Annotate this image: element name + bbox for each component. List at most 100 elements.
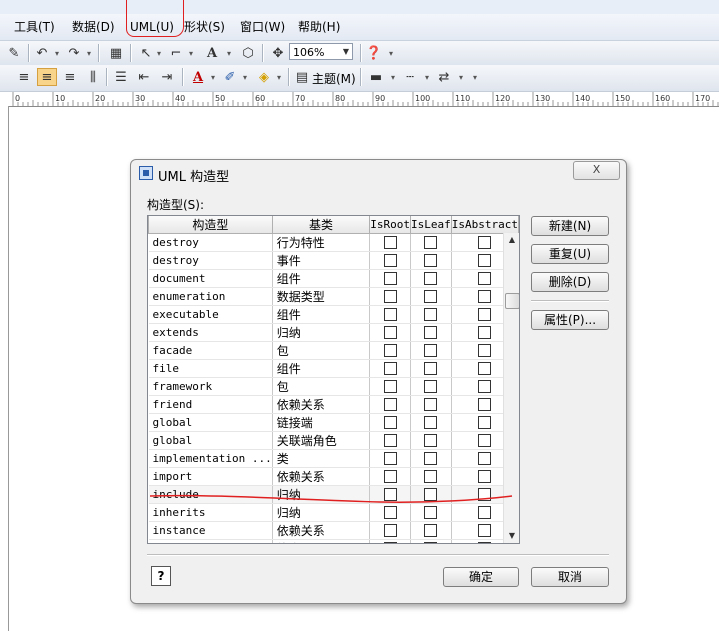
isroot-checkbox[interactable]	[383, 488, 397, 502]
menu-tools[interactable]: 工具(T)	[14, 18, 55, 36]
isroot-checkbox[interactable]	[383, 506, 397, 520]
stereotype-name-cell[interactable]: extends	[148, 323, 273, 342]
table-row[interactable]: invariant约束	[148, 539, 519, 543]
column-header-isleaf[interactable]: IsLeaf	[410, 216, 452, 234]
scroll-down-icon[interactable]: ▼	[504, 529, 519, 543]
stereotype-name-cell[interactable]: destroy	[148, 233, 273, 252]
connection-point-icon[interactable]: ⬡	[238, 44, 258, 62]
isabstract-checkbox[interactable]	[478, 506, 492, 520]
line-color-dropdown-icon[interactable]: ▾	[240, 68, 250, 86]
base-class-cell[interactable]: 事件	[272, 251, 371, 270]
isroot-checkbox[interactable]	[383, 326, 397, 340]
isroot-checkbox[interactable]	[383, 380, 397, 394]
base-class-cell[interactable]: 归纳	[272, 503, 371, 522]
redo-icon[interactable]: ↷	[64, 44, 84, 62]
isroot-checkbox[interactable]	[383, 470, 397, 484]
base-class-cell[interactable]: 归纳	[272, 323, 371, 342]
column-header-base-class[interactable]: 基类	[271, 216, 371, 234]
base-class-cell[interactable]: 链接端	[272, 413, 371, 432]
table-row[interactable]: import 依赖关系	[148, 467, 519, 486]
zoom-select[interactable]: 106% ▼	[289, 43, 353, 60]
isroot-checkbox[interactable]	[383, 254, 397, 268]
stereotype-name-cell[interactable]: invariant	[148, 539, 273, 543]
stereotype-name-cell[interactable]: facade	[148, 341, 273, 360]
isleaf-checkbox[interactable]	[424, 506, 438, 520]
stereotype-name-cell[interactable]: enumeration	[148, 287, 273, 306]
base-class-cell[interactable]: 依赖关系	[272, 395, 371, 414]
isroot-checkbox[interactable]	[383, 542, 397, 543]
isleaf-checkbox[interactable]	[424, 290, 438, 304]
scroll-thumb[interactable]	[505, 293, 519, 309]
isleaf-checkbox[interactable]	[424, 254, 438, 268]
isroot-checkbox[interactable]	[383, 452, 397, 466]
connector-dropdown-icon[interactable]: ▾	[186, 44, 196, 62]
menu-data[interactable]: 数据(D)	[72, 18, 115, 36]
isabstract-checkbox[interactable]	[478, 470, 492, 484]
line-pattern-dropdown-icon[interactable]: ▾	[422, 68, 432, 86]
text-tool-icon[interactable]: A	[202, 44, 222, 62]
text-dropdown-icon[interactable]: ▾	[224, 44, 234, 62]
isabstract-checkbox[interactable]	[478, 254, 492, 268]
base-class-cell[interactable]: 数据类型	[272, 287, 371, 306]
base-class-cell[interactable]: 包	[272, 341, 371, 360]
line-ends-icon[interactable]: ⇄	[434, 68, 454, 86]
isleaf-checkbox[interactable]	[424, 308, 438, 322]
line-weight-icon[interactable]: ▬	[366, 68, 386, 86]
isleaf-checkbox[interactable]	[424, 542, 438, 543]
stereotype-name-cell[interactable]: import	[148, 467, 273, 486]
toolbar2-options-icon[interactable]: ▾	[470, 68, 480, 86]
table-row[interactable]: global 链接端	[148, 413, 519, 432]
isroot-checkbox[interactable]	[383, 362, 397, 376]
redo-dropdown-icon[interactable]: ▾	[84, 44, 94, 62]
isleaf-checkbox[interactable]	[424, 416, 438, 430]
line-color-icon[interactable]: ✐	[220, 68, 240, 86]
isroot-checkbox[interactable]	[383, 308, 397, 322]
isabstract-checkbox[interactable]	[478, 272, 492, 286]
isabstract-checkbox[interactable]	[478, 344, 492, 358]
new-button[interactable]: 新建(N)	[531, 216, 609, 236]
isroot-checkbox[interactable]	[383, 524, 397, 538]
stereotype-name-cell[interactable]: document	[148, 269, 273, 288]
line-weight-dropdown-icon[interactable]: ▾	[388, 68, 398, 86]
stereotype-name-cell[interactable]: destroy	[148, 251, 273, 270]
isleaf-checkbox[interactable]	[424, 398, 438, 412]
isleaf-checkbox[interactable]	[424, 272, 438, 286]
base-class-cell[interactable]: 组件	[272, 269, 371, 288]
isabstract-checkbox[interactable]	[478, 542, 492, 543]
stereotype-name-cell[interactable]: framework	[148, 377, 273, 396]
isabstract-checkbox[interactable]	[478, 452, 492, 466]
dialog-close-button[interactable]: X	[573, 161, 620, 180]
table-row[interactable]: destroy 事件	[148, 251, 519, 270]
isleaf-checkbox[interactable]	[424, 236, 438, 250]
isabstract-checkbox[interactable]	[478, 488, 492, 502]
stereotype-name-cell[interactable]: file	[148, 359, 273, 378]
line-pattern-icon[interactable]: ┄	[400, 68, 420, 86]
isabstract-checkbox[interactable]	[478, 236, 492, 250]
table-row[interactable]: friend 依赖关系	[148, 395, 519, 414]
base-class-cell[interactable]: 类	[272, 449, 371, 468]
isleaf-checkbox[interactable]	[424, 344, 438, 358]
base-class-cell[interactable]: 依赖关系	[272, 521, 371, 540]
isabstract-checkbox[interactable]	[478, 326, 492, 340]
table-row[interactable]: destroy 行为特性	[148, 233, 519, 252]
toolbar-options-icon[interactable]: ▾	[386, 44, 396, 62]
isroot-checkbox[interactable]	[383, 344, 397, 358]
table-row[interactable]: implementation ... 类	[148, 449, 519, 468]
align-left-icon[interactable]: ≡	[14, 68, 34, 86]
isleaf-checkbox[interactable]	[424, 434, 438, 448]
isroot-checkbox[interactable]	[383, 416, 397, 430]
align-right-icon[interactable]: ≡	[60, 68, 80, 86]
isroot-checkbox[interactable]	[383, 290, 397, 304]
duplicate-button[interactable]: 重复(U)	[531, 244, 609, 264]
stereotype-name-cell[interactable]: instance	[148, 521, 273, 540]
zoom-dropdown-icon[interactable]: ▼	[340, 44, 352, 59]
fill-color-dropdown-icon[interactable]: ▾	[274, 68, 284, 86]
table-row[interactable]: document 组件	[148, 269, 519, 288]
menu-help[interactable]: 帮助(H)	[298, 18, 340, 36]
scroll-up-icon[interactable]: ▲	[504, 233, 519, 247]
isleaf-checkbox[interactable]	[424, 524, 438, 538]
isroot-checkbox[interactable]	[383, 236, 397, 250]
table-row[interactable]: facade 包	[148, 341, 519, 360]
decrease-indent-icon[interactable]: ⇤	[134, 68, 154, 86]
pointer-tool-icon[interactable]: ↖	[136, 44, 156, 62]
